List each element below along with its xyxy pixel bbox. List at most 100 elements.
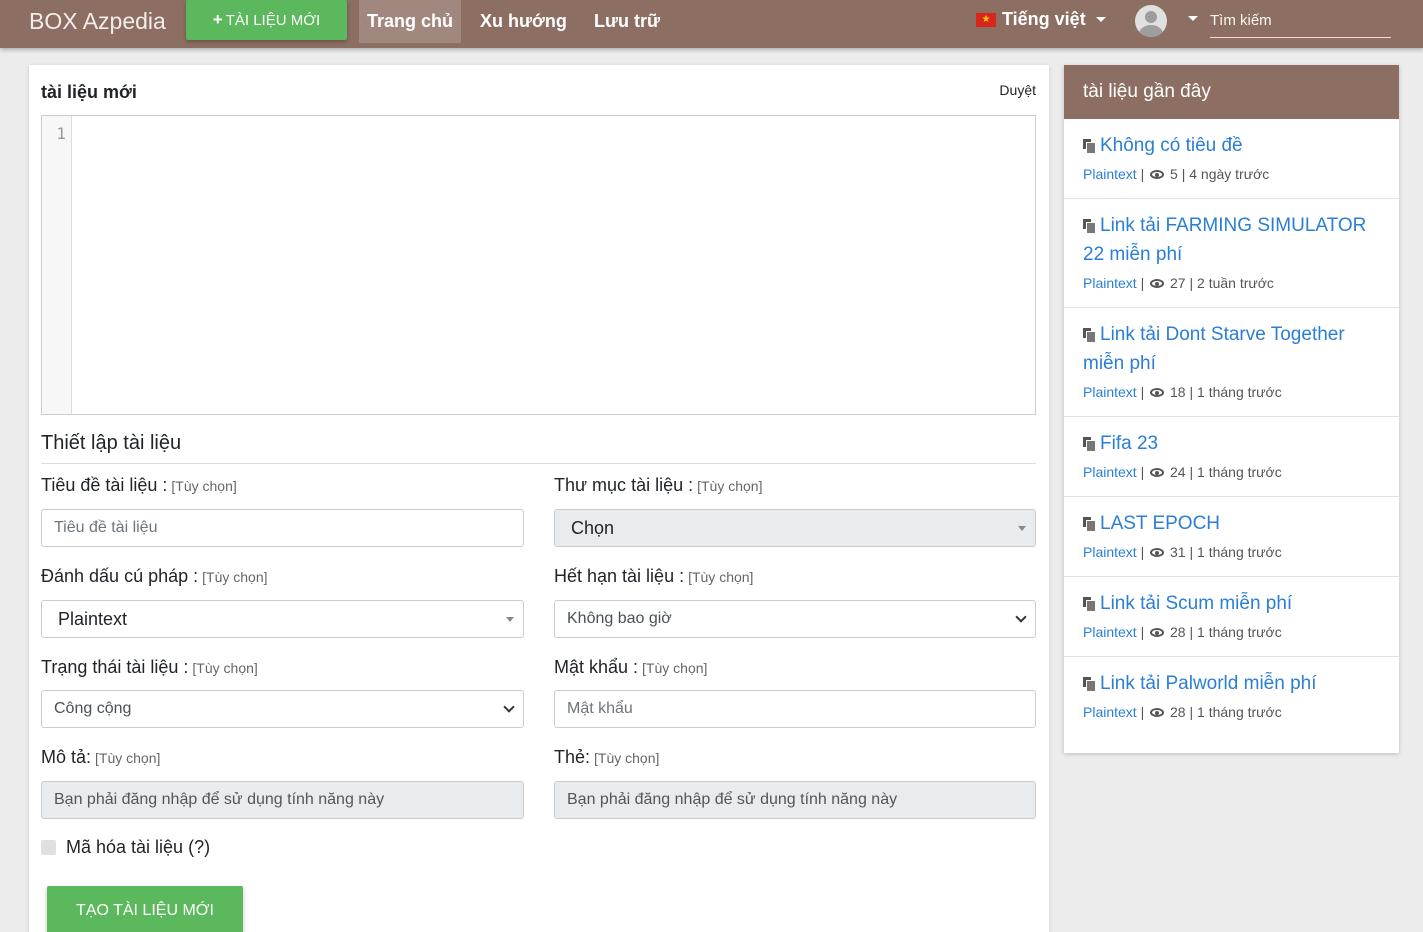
view-count: 28 (1170, 704, 1186, 720)
browse-link[interactable]: Duyệt (999, 82, 1036, 98)
document-copy-icon (1083, 437, 1096, 452)
eye-icon (1150, 468, 1165, 477)
status-label: Trạng thái tài liệu : [Tùy chọn] (41, 657, 258, 677)
plus-icon: + (212, 10, 223, 29)
status-select[interactable]: Công cộng (41, 690, 524, 728)
syntax-label: Đánh dấu cú pháp : [Tùy chọn] (41, 566, 268, 586)
password-input[interactable]: Mật khẩu (554, 690, 1036, 728)
description-input: Bạn phải đăng nhập để sử dụng tính năng … (41, 781, 524, 819)
syntax-language-link[interactable]: Plaintext (1083, 384, 1137, 400)
new-document-button[interactable]: + TÀI LIỆU MỚI (186, 0, 347, 40)
document-copy-icon (1083, 677, 1096, 692)
recent-document-link[interactable]: Không có tiêu đề (1083, 131, 1380, 160)
new-document-label: TÀI LIỆU MỚI (225, 11, 321, 29)
post-time: 1 tháng trước (1197, 704, 1282, 720)
settings-section-title: Thiết lập tài liệu (41, 432, 182, 454)
folder-label: Thư mục tài liệu : [Tùy chọn] (554, 475, 763, 495)
brand-logo[interactable]: BOX Azpedia (29, 8, 166, 35)
code-editor[interactable]: 1 (41, 115, 1036, 415)
list-item: Link tải Scum miễn phí Plaintext | 28 | 1… (1064, 577, 1399, 657)
recent-document-meta: Plaintext | 27 | 2 tuần trước (1083, 275, 1274, 291)
nav-link-archive[interactable]: Lưu trữ (586, 0, 668, 43)
user-menu-chevron-icon[interactable] (1188, 16, 1198, 21)
recent-document-link[interactable]: Fifa 23 (1083, 429, 1380, 458)
document-copy-icon (1083, 219, 1096, 234)
recent-document-meta: Plaintext | 31 | 1 tháng trước (1083, 544, 1282, 560)
encrypt-checkbox[interactable] (41, 840, 56, 855)
language-label: Tiếng việt (1002, 9, 1086, 29)
search-input[interactable] (1210, 4, 1391, 38)
list-item: Link tải Dont Starve Together miễn phí Pl… (1064, 308, 1399, 417)
document-copy-icon (1083, 517, 1096, 532)
syntax-language-link[interactable]: Plaintext (1083, 624, 1137, 640)
post-time: 1 tháng trước (1197, 464, 1282, 480)
recent-document-link[interactable]: Link tải Scum miễn phí (1083, 589, 1380, 618)
recent-document-meta: Plaintext | 28 | 1 tháng trước (1083, 704, 1282, 720)
eye-icon (1150, 548, 1165, 557)
eye-icon (1150, 170, 1165, 179)
encrypt-option[interactable]: Mã hóa tài liệu (?) (41, 837, 210, 858)
chevron-down-icon (1095, 17, 1106, 22)
chevron-down-icon (503, 701, 515, 713)
view-count: 28 (1170, 624, 1186, 640)
eye-icon (1150, 279, 1165, 288)
nav-link-home[interactable]: Trang chủ (359, 0, 462, 43)
post-time: 2 tuần trước (1197, 275, 1274, 291)
tags-label: Thẻ: [Tùy chọn] (554, 747, 660, 767)
recent-document-meta: Plaintext | 28 | 1 tháng trước (1083, 624, 1282, 640)
eye-icon (1150, 708, 1165, 717)
password-label: Mật khẩu : [Tùy chọn] (554, 657, 708, 677)
document-copy-icon (1083, 328, 1096, 343)
card-title: tài liệu mới (41, 82, 137, 102)
list-item: Không có tiêu đề Plaintext | 5 | 4 ngày t… (1064, 119, 1399, 199)
section-divider (41, 463, 1036, 464)
description-label: Mô tả: [Tùy chọn] (41, 747, 161, 767)
post-time: 4 ngày trước (1189, 166, 1270, 182)
recent-document-link[interactable]: Link tải Palworld miễn phí (1083, 669, 1380, 698)
recent-document-link[interactable]: Link tải Dont Starve Together miễn phí (1083, 320, 1380, 378)
nav-link-trending[interactable]: Xu hướng (472, 0, 575, 43)
folder-select[interactable]: Chọn (554, 509, 1036, 547)
eye-icon (1150, 628, 1165, 637)
create-document-button[interactable]: TẠO TÀI LIỆU MỚI (47, 886, 243, 932)
title-label: Tiêu đề tài liệu : [Tùy chọn] (41, 475, 237, 495)
post-time: 1 tháng trước (1197, 384, 1282, 400)
syntax-language-link[interactable]: Plaintext (1083, 166, 1137, 182)
recent-document-meta: Plaintext | 5 | 4 ngày trước (1083, 166, 1270, 182)
view-count: 18 (1170, 384, 1186, 400)
post-time: 1 tháng trước (1197, 624, 1282, 640)
top-navbar: BOX Azpedia + TÀI LIỆU MỚI Trang chủ Xu … (0, 0, 1423, 48)
recent-document-link[interactable]: Link tải FARMING SIMULATOR 22 miễn phí (1083, 211, 1380, 269)
syntax-language-link[interactable]: Plaintext (1083, 704, 1137, 720)
vietnam-flag-icon: ★ (976, 12, 996, 27)
list-item: Fifa 23 Plaintext | 24 | 1 tháng trước (1064, 417, 1399, 497)
document-copy-icon (1083, 597, 1096, 612)
recent-document-link[interactable]: LAST EPOCH (1083, 509, 1380, 538)
recent-documents-header: tài liệu gần đây (1064, 65, 1399, 119)
chevron-down-icon (1015, 611, 1027, 623)
list-item: Link tải Palworld miễn phí Plaintext | 28… (1064, 657, 1399, 736)
expiry-select[interactable]: Không bao giờ (554, 600, 1036, 638)
encrypt-label: Mã hóa tài liệu (?) (66, 837, 211, 857)
syntax-language-link[interactable]: Plaintext (1083, 275, 1137, 291)
view-count: 5 (1170, 166, 1178, 182)
line-number-gutter: 1 (42, 116, 72, 414)
view-count: 27 (1170, 275, 1186, 291)
select-caret-icon (506, 617, 514, 622)
language-dropdown[interactable]: ★ Tiếng việt (976, 9, 1106, 30)
view-count: 24 (1170, 464, 1186, 480)
expiry-label: Hết hạn tài liệu : [Tùy chọn] (554, 566, 754, 586)
syntax-language-link[interactable]: Plaintext (1083, 544, 1137, 560)
syntax-select[interactable]: Plaintext (41, 600, 524, 638)
title-input[interactable]: Tiêu đề tài liệu (41, 509, 524, 547)
select-caret-icon (1018, 526, 1026, 531)
view-count: 31 (1170, 544, 1186, 560)
recent-document-meta: Plaintext | 18 | 1 tháng trước (1083, 384, 1282, 400)
user-avatar-icon[interactable] (1135, 5, 1167, 37)
recent-documents-card: tài liệu gần đây Không có tiêu đề Plainte… (1064, 65, 1399, 753)
recent-documents-list: Không có tiêu đề Plaintext | 5 | 4 ngày t… (1064, 119, 1399, 736)
recent-document-meta: Plaintext | 24 | 1 tháng trước (1083, 464, 1282, 480)
list-item: Link tải FARMING SIMULATOR 22 miễn phí Pl… (1064, 199, 1399, 308)
syntax-language-link[interactable]: Plaintext (1083, 464, 1137, 480)
tags-input: Bạn phải đăng nhập để sử dụng tính năng … (554, 781, 1036, 819)
